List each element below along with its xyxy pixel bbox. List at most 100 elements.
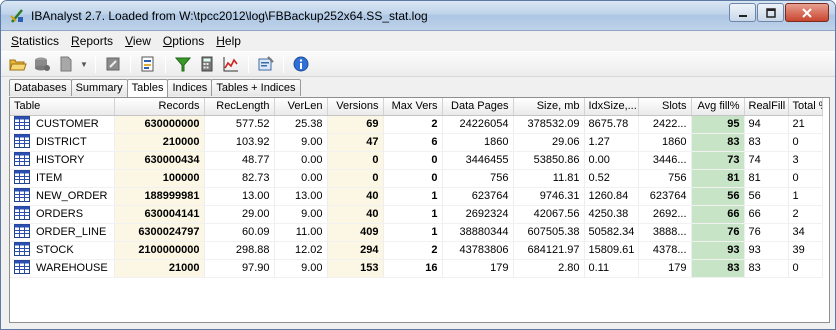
tab-databases[interactable]: Databases (9, 79, 72, 96)
minimize-button[interactable] (729, 3, 756, 22)
cell-versions: 40 (327, 205, 384, 224)
menu-label: iew (132, 34, 151, 48)
cell-total: 34 (788, 223, 823, 242)
col-header-reclength[interactable]: RecLength (204, 98, 275, 116)
tab-summary[interactable]: Summary (70, 79, 128, 96)
table-name: ITEM (36, 172, 63, 184)
cell-datapages: 1860 (442, 133, 514, 152)
open-folder-icon[interactable] (7, 53, 29, 75)
cell-versions: 47 (327, 133, 384, 152)
cell-idxsize: 1260.84 (584, 187, 639, 206)
cell-slots: 3888... (638, 223, 692, 242)
table-row[interactable]: WAREHOUSE 21000 97.90 9.00 153 16 179 2.80 0.11 1… (10, 259, 823, 278)
table-row[interactable]: ITEM 100000 82.73 0.00 0 0 756 11.81 0.52 756 81 81… (10, 169, 823, 188)
cell-reclength: 82.73 (204, 169, 275, 188)
menu-accel: V (125, 34, 133, 48)
cell-avgfill: 73 (691, 151, 745, 170)
menu-statistics[interactable]: Statistics (5, 31, 65, 51)
table-row[interactable]: ORDERS 630004141 29.00 9.00 40 1 2692324 42067.… (10, 205, 823, 224)
report-icon[interactable] (137, 53, 159, 75)
table-icon (14, 205, 30, 223)
table-icon (14, 151, 30, 169)
info-icon[interactable] (290, 53, 312, 75)
tab-tables-indices[interactable]: Tables + Indices (211, 79, 301, 96)
cell-realfill: 74 (744, 151, 789, 170)
calculator-icon[interactable] (196, 53, 218, 75)
menu-options[interactable]: Options (157, 31, 210, 51)
col-header-datapages[interactable]: Data Pages (442, 98, 514, 116)
cell-versions: 0 (327, 169, 384, 188)
col-header-idxsize[interactable]: IdxSize,... (584, 98, 639, 116)
table-row[interactable]: HISTORY 630000434 48.77 0.00 0 0 3446455 53850.… (10, 151, 823, 170)
col-header-records[interactable]: Records (114, 98, 205, 116)
maximize-button[interactable] (757, 3, 784, 22)
cell-versions: 69 (327, 115, 384, 134)
col-header-size[interactable]: Size, mb (513, 98, 585, 116)
cell-size: 11.81 (513, 169, 585, 188)
table-name-cell: WAREHOUSE (10, 259, 115, 278)
cell-maxvers: 2 (383, 241, 443, 260)
dropdown-arrow-icon[interactable]: ▼ (79, 53, 89, 75)
header-row: Table Records RecLength VerLen Versions Max V… (10, 98, 823, 116)
table-row[interactable]: NEW_ORDER 188999981 13.00 13.00 40 1 623764 974… (10, 187, 823, 206)
tab-tables[interactable]: Tables (126, 79, 169, 97)
table-row[interactable]: CUSTOMER 630000000 577.52 25.38 69 2 24226054 3… (10, 115, 823, 134)
table-icon (14, 115, 30, 133)
tab-indices[interactable]: Indices (167, 79, 213, 96)
cell-reclength: 97.90 (204, 259, 275, 278)
cell-datapages: 2692324 (442, 205, 514, 224)
cell-slots: 1860 (638, 133, 692, 152)
col-header-table[interactable]: Table (10, 98, 115, 116)
properties-icon[interactable] (255, 53, 277, 75)
menu-help[interactable]: Help (210, 31, 247, 51)
col-header-realfill[interactable]: RealFill (744, 98, 789, 116)
export-icon[interactable] (102, 53, 124, 75)
table-name-cell: DISTRICT (10, 133, 115, 152)
cell-idxsize: 1.27 (584, 133, 639, 152)
col-header-avgfill[interactable]: Avg fill% (691, 98, 745, 116)
table-row[interactable]: STOCK 2100000000 298.88 12.02 294 2 43783806 68… (10, 241, 823, 260)
database-icon[interactable] (31, 53, 53, 75)
table-name: STOCK (36, 244, 74, 256)
cell-idxsize: 4250.38 (584, 205, 639, 224)
document-icon[interactable] (55, 53, 77, 75)
table-name-cell: STOCK (10, 241, 115, 260)
col-header-slots[interactable]: Slots (638, 98, 692, 116)
toolbar-separator (165, 55, 166, 73)
cell-verlen: 12.02 (274, 241, 328, 260)
title-bar[interactable]: IBAnalyst 2.7. Loaded from W:\tpcc2012\l… (1, 1, 835, 31)
table-name-cell: CUSTOMER (10, 115, 115, 134)
menu-view[interactable]: View (119, 31, 157, 51)
chart-icon[interactable] (220, 53, 242, 75)
cell-datapages: 38880344 (442, 223, 514, 242)
table-icon (14, 241, 30, 259)
cell-realfill: 94 (744, 115, 789, 134)
col-header-total[interactable]: Total % (788, 98, 823, 116)
col-header-verlen[interactable]: VerLen (274, 98, 328, 116)
table-icon (14, 259, 30, 277)
cell-reclength: 13.00 (204, 187, 275, 206)
col-header-versions[interactable]: Versions (327, 98, 384, 116)
menu-reports[interactable]: Reports (65, 31, 119, 51)
table-row[interactable]: DISTRICT 210000 103.92 9.00 47 6 1860 29.06 1.27… (10, 133, 823, 152)
cell-maxvers: 16 (383, 259, 443, 278)
cell-reclength: 103.92 (204, 133, 275, 152)
cell-size: 2.80 (513, 259, 585, 278)
cell-versions: 153 (327, 259, 384, 278)
cell-avgfill: 93 (691, 241, 745, 260)
cell-records: 21000 (114, 259, 205, 278)
close-button[interactable] (785, 3, 829, 22)
tables-grid[interactable]: Table Records RecLength VerLen Versions Max V… (9, 97, 830, 323)
cell-versions: 409 (327, 223, 384, 242)
col-header-maxvers[interactable]: Max Vers (383, 98, 443, 116)
filter-icon[interactable] (172, 53, 194, 75)
cell-datapages: 179 (442, 259, 514, 278)
cell-realfill: 83 (744, 259, 789, 278)
cell-total: 0 (788, 133, 823, 152)
cell-datapages: 756 (442, 169, 514, 188)
table-icon (14, 187, 30, 205)
table-row[interactable]: ORDER_LINE 6300024797 60.09 11.00 409 1 388803… (10, 223, 823, 242)
cell-avgfill: 95 (691, 115, 745, 134)
cell-verlen: 9.00 (274, 133, 328, 152)
cell-reclength: 48.77 (204, 151, 275, 170)
